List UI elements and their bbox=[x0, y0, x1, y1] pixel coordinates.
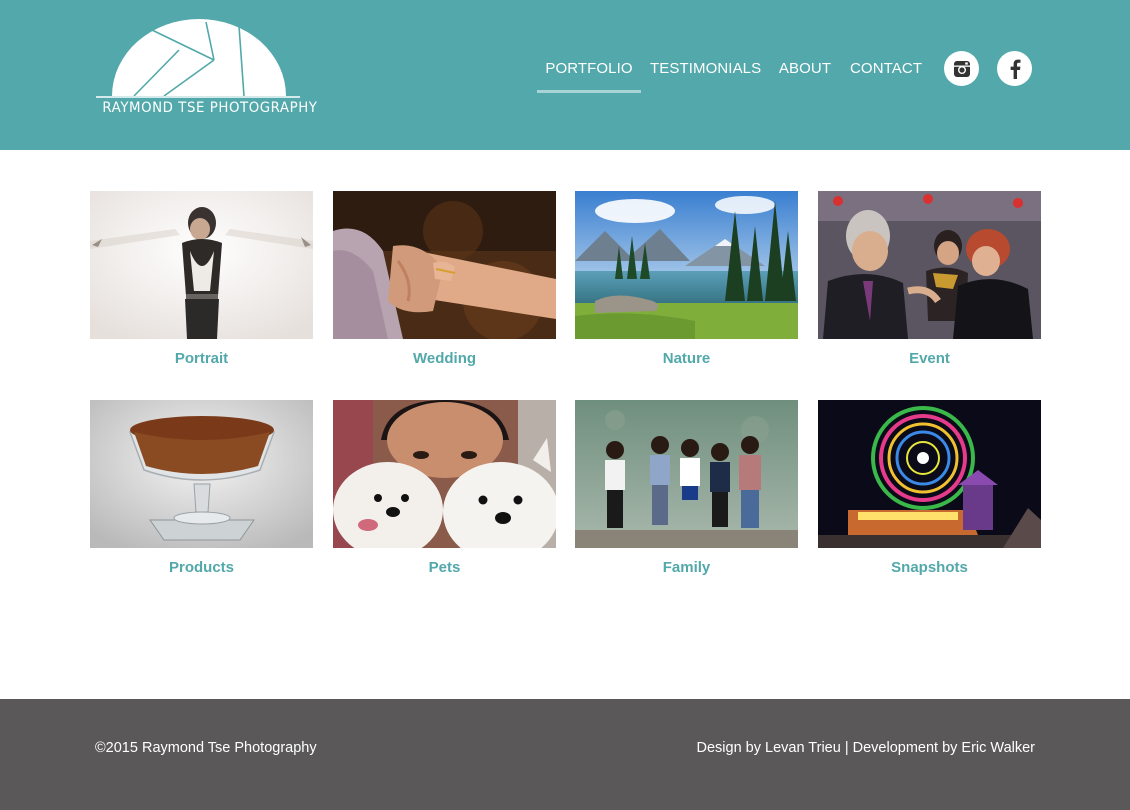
pets-photo[interactable] bbox=[333, 400, 556, 548]
tile-caption[interactable]: Products bbox=[90, 559, 313, 577]
portrait-photo[interactable] bbox=[90, 191, 313, 339]
tile-caption[interactable]: Pets bbox=[333, 559, 556, 577]
products-photo[interactable] bbox=[90, 400, 313, 548]
copyright-text: ©2015 Raymond Tse Photography bbox=[95, 740, 317, 756]
tile-caption[interactable]: Wedding bbox=[333, 350, 556, 368]
instagram-icon bbox=[953, 60, 970, 77]
nav-portfolio[interactable]: PORTFOLIO bbox=[537, 59, 641, 93]
nav-testimonials[interactable]: TESTIMONIALS bbox=[650, 59, 761, 93]
family-photo[interactable] bbox=[575, 400, 798, 548]
logo-wordmark: RAYMOND TSE PHOTOGRAPHY bbox=[102, 100, 318, 116]
facebook-link[interactable] bbox=[997, 51, 1032, 86]
wedding-photo[interactable] bbox=[333, 191, 556, 339]
snapshots-photo[interactable] bbox=[818, 400, 1041, 548]
tile-caption[interactable]: Family bbox=[575, 559, 798, 577]
portfolio-tile-wedding[interactable]: Wedding bbox=[333, 191, 556, 381]
tile-caption[interactable]: Event bbox=[818, 350, 1041, 368]
aperture-logo-icon bbox=[96, 19, 300, 98]
nav-about[interactable]: ABOUT bbox=[778, 59, 832, 93]
site-header: RAYMOND TSE PHOTOGRAPHY PORTFOLIO TESTIM… bbox=[0, 0, 1130, 150]
site-footer: ©2015 Raymond Tse Photography Design by … bbox=[0, 699, 1130, 810]
nature-photo[interactable] bbox=[575, 191, 798, 339]
nav-contact[interactable]: CONTACT bbox=[850, 59, 922, 93]
portfolio-tile-pets[interactable]: Pets bbox=[333, 400, 556, 590]
portfolio-tile-products[interactable]: Products bbox=[90, 400, 313, 590]
facebook-icon bbox=[1010, 59, 1020, 79]
credits-text: Design by Levan Trieu | Development by E… bbox=[696, 740, 1035, 756]
site-logo[interactable]: RAYMOND TSE PHOTOGRAPHY bbox=[94, 18, 318, 122]
portfolio-grid: Portrait Wedding Nature Event Products P… bbox=[90, 191, 1041, 591]
tile-caption[interactable]: Portrait bbox=[90, 350, 313, 368]
tile-caption[interactable]: Nature bbox=[575, 350, 798, 368]
event-photo[interactable] bbox=[818, 191, 1041, 339]
portfolio-tile-family[interactable]: Family bbox=[575, 400, 798, 590]
portfolio-tile-event[interactable]: Event bbox=[818, 191, 1041, 381]
portfolio-tile-nature[interactable]: Nature bbox=[575, 191, 798, 381]
portfolio-tile-portrait[interactable]: Portrait bbox=[90, 191, 313, 381]
tile-caption[interactable]: Snapshots bbox=[818, 559, 1041, 577]
portfolio-tile-snapshots[interactable]: Snapshots bbox=[818, 400, 1041, 590]
instagram-link[interactable] bbox=[944, 51, 979, 86]
